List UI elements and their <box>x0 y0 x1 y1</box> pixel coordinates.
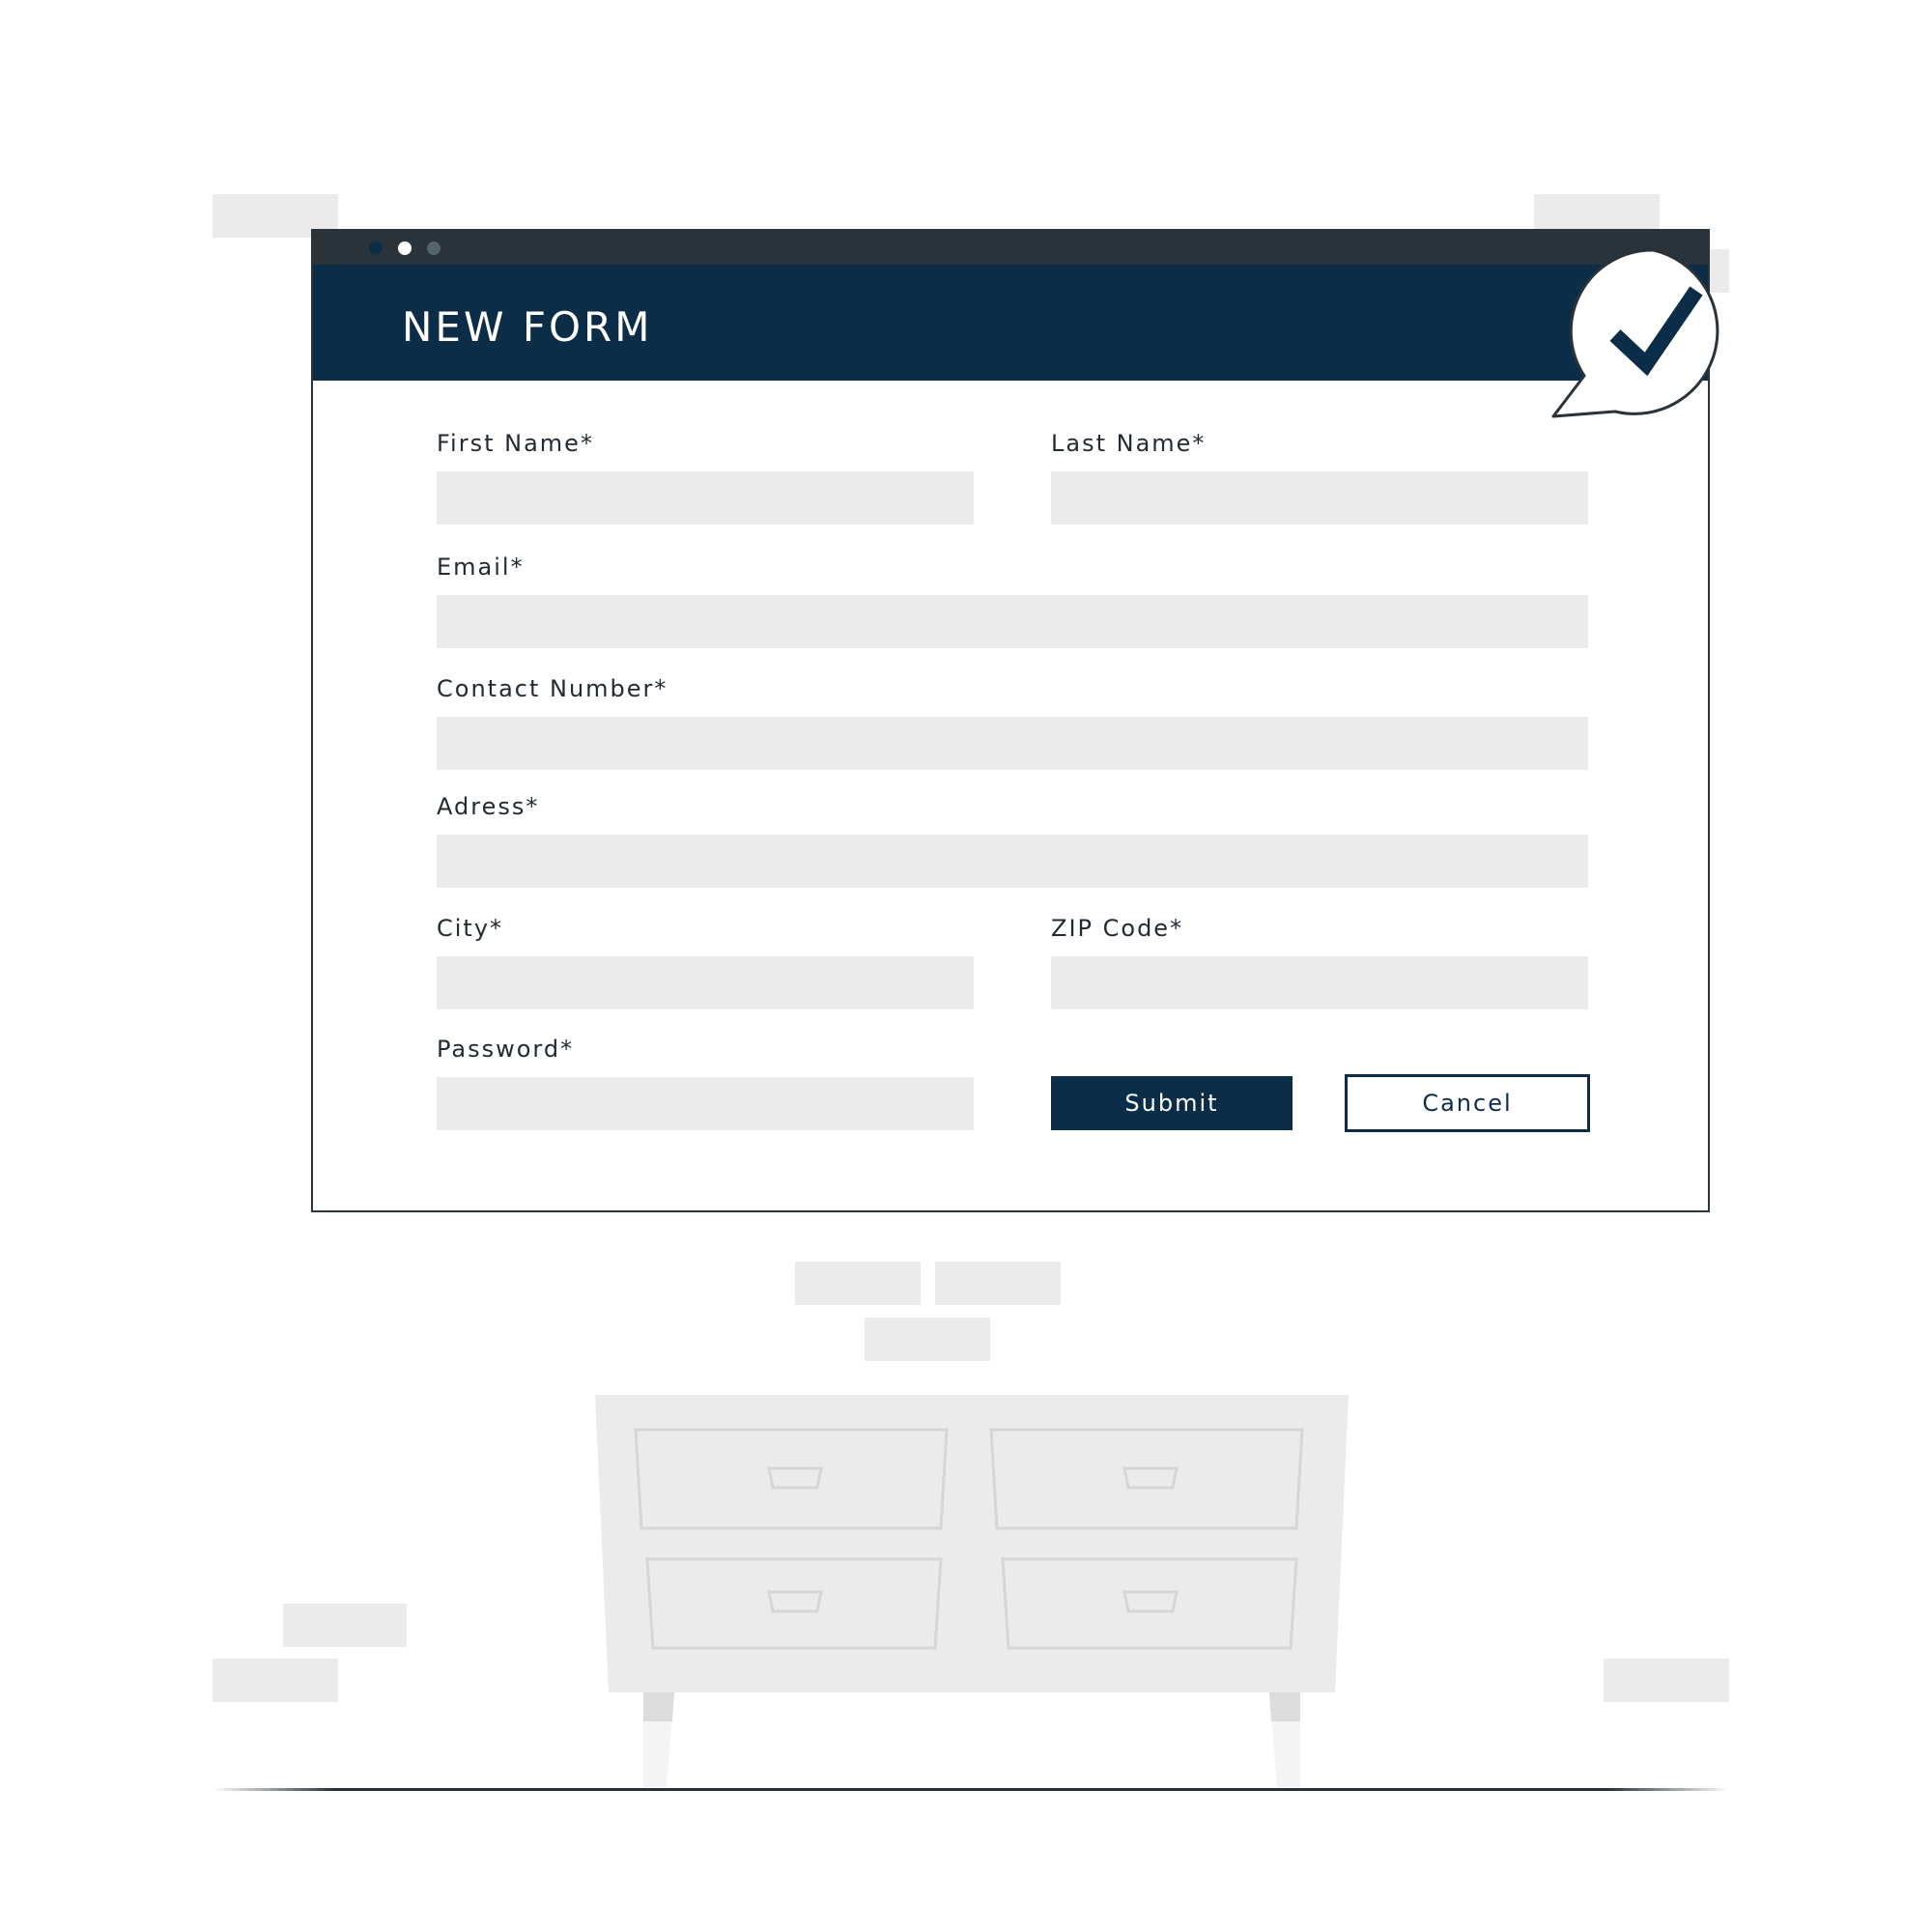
first-name-label: First Name* <box>437 430 594 457</box>
cancel-button[interactable]: Cancel <box>1345 1074 1590 1132</box>
wall-brick <box>1604 1659 1729 1702</box>
city-label: City* <box>437 915 504 942</box>
form-header: NEW FORM <box>313 265 1708 381</box>
window-dot-icon[interactable] <box>369 242 383 255</box>
wall-brick <box>935 1262 1061 1305</box>
window-dot-icon[interactable] <box>398 242 412 255</box>
wall-brick <box>865 1318 990 1361</box>
window-dot-icon[interactable] <box>427 242 440 255</box>
last-name-label: Last Name* <box>1051 430 1207 457</box>
wall-brick <box>795 1262 921 1305</box>
window-titlebar <box>313 229 1708 265</box>
last-name-input[interactable] <box>1051 471 1588 525</box>
zip-code-label: ZIP Code* <box>1051 915 1184 942</box>
first-name-input[interactable] <box>437 471 974 525</box>
address-label: Adress* <box>437 793 540 820</box>
form-title: NEW FORM <box>402 303 653 351</box>
email-input[interactable] <box>437 595 1588 648</box>
city-input[interactable] <box>437 956 974 1009</box>
dresser-illustration <box>595 1395 1349 1787</box>
browser-window: NEW FORM First Name* Last Name* Email* C… <box>311 229 1710 1212</box>
submit-button[interactable]: Submit <box>1051 1076 1293 1130</box>
password-input[interactable] <box>437 1077 974 1130</box>
password-label: Password* <box>437 1036 575 1063</box>
zip-code-input[interactable] <box>1051 956 1588 1009</box>
floor-line <box>213 1788 1729 1791</box>
checkmark-badge <box>1551 248 1719 418</box>
wall-brick <box>213 1659 338 1702</box>
email-label: Email* <box>437 554 525 581</box>
address-input[interactable] <box>437 835 1588 888</box>
wall-brick <box>283 1604 407 1647</box>
contact-number-label: Contact Number* <box>437 675 668 702</box>
contact-number-input[interactable] <box>437 717 1588 770</box>
